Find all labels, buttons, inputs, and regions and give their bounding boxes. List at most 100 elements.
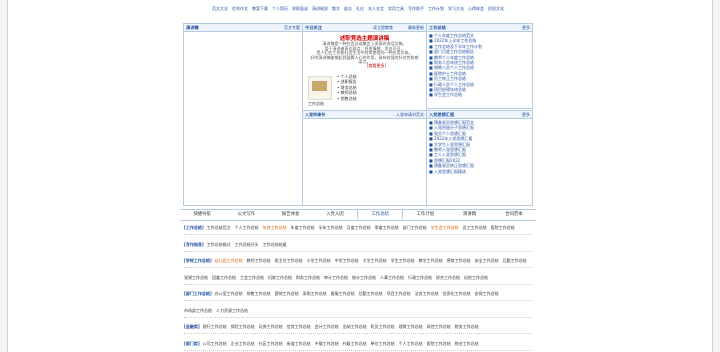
- tab-2[interactable]: 报告体会: [269, 210, 313, 220]
- top-nav-link[interactable]: 演讲致辞: [312, 6, 328, 11]
- category-link[interactable]: 信贷工作总结: [287, 324, 311, 329]
- work-summary-link[interactable]: ■ 学生会工作总结: [429, 92, 530, 97]
- top-nav-link[interactable]: 实用工具: [388, 6, 404, 11]
- category-link[interactable]: 员工工作总结: [463, 225, 487, 230]
- top-nav-link[interactable]: 心得体会: [468, 6, 484, 11]
- entry-section-more[interactable]: 入党申请书范文: [396, 112, 424, 118]
- thumbnail-caption[interactable]: 工作总结: [308, 101, 324, 107]
- top-nav-link[interactable]: 学习方法: [448, 6, 464, 11]
- category-link[interactable]: 个人工作总结: [399, 341, 423, 346]
- category-link[interactable]: 工作总结开头: [235, 242, 259, 247]
- category-link[interactable]: 半年工作总结: [319, 225, 343, 230]
- category-link[interactable]: 法务工作总结: [415, 291, 439, 296]
- category-link[interactable]: 中学工作总结: [335, 258, 359, 263]
- top-nav-link[interactable]: 名人名言: [368, 6, 384, 11]
- speech-box-more-link[interactable]: 范文专题: [284, 25, 300, 31]
- category-link[interactable]: 理财工作总结: [399, 324, 423, 329]
- category-link[interactable]: 营销工作总结: [275, 291, 299, 296]
- category-link[interactable]: 公司工作总结: [203, 341, 227, 346]
- top-nav-link[interactable]: 求职面谈: [292, 6, 308, 11]
- view-more-link[interactable]: [查看更多]: [367, 63, 386, 69]
- category-link[interactable]: 妇联工作总结: [268, 275, 292, 280]
- right-scrollbar[interactable]: [712, 0, 720, 352]
- category-link[interactable]: 市场部工作总结: [184, 308, 212, 313]
- category-link[interactable]: 采购工作总结: [303, 291, 327, 296]
- category-link[interactable]: 税务工作总结: [455, 324, 479, 329]
- category-link[interactable]: 风控工作总结: [427, 324, 451, 329]
- thought-report-more[interactable]: 更多: [522, 112, 530, 118]
- category-link[interactable]: 企业工作总结: [231, 341, 255, 346]
- category-link[interactable]: 党建工作总结: [184, 275, 208, 280]
- top-nav-link[interactable]: 教案下载: [252, 6, 268, 11]
- category-link[interactable]: 年终工作总结: [263, 225, 287, 230]
- top-nav-link[interactable]: 励志: [344, 6, 352, 11]
- category-label[interactable]: [金融类]: [184, 324, 200, 329]
- top-nav-link[interactable]: 工作计划: [428, 6, 444, 11]
- center-link[interactable]: • 销售总结: [337, 96, 424, 101]
- category-link[interactable]: 银行工作总结: [203, 324, 227, 329]
- category-link[interactable]: 后勤工作总结: [503, 258, 527, 263]
- category-link[interactable]: 后勤工作总结: [359, 291, 383, 296]
- category-link[interactable]: 社区工作总结: [259, 341, 283, 346]
- category-link[interactable]: 办公室工作总结: [215, 291, 243, 296]
- category-link[interactable]: 销售工作总结: [247, 291, 271, 296]
- category-link[interactable]: 团委工作总结: [212, 275, 236, 280]
- tab-today-focus[interactable]: 今日关注: [305, 25, 322, 31]
- category-link[interactable]: 审计工作总结: [324, 275, 348, 280]
- category-link[interactable]: 月度工作总结: [347, 225, 371, 230]
- category-link[interactable]: 财务工作总结: [296, 275, 320, 280]
- category-link[interactable]: 柜员工作总结: [371, 324, 395, 329]
- tab-7[interactable]: 合同范本: [492, 210, 536, 220]
- work-summary-more[interactable]: 更多: [522, 25, 530, 31]
- category-link[interactable]: 小学工作总结: [307, 258, 331, 263]
- thought-report-link[interactable]: ■ 入党思想汇报精选: [429, 169, 530, 174]
- category-link[interactable]: 人力资源工作总结: [216, 308, 248, 313]
- category-link[interactable]: 信息化工作总结: [443, 291, 471, 296]
- category-label[interactable]: [工作总结]: [184, 225, 204, 230]
- category-link[interactable]: 街道工作总结: [287, 341, 311, 346]
- summary-thumbnail-image[interactable]: [308, 76, 332, 100]
- category-label[interactable]: [写作指导]: [184, 242, 204, 247]
- top-nav-link[interactable]: 民俗文化: [488, 6, 504, 11]
- top-nav-link[interactable]: 散文: [332, 6, 340, 11]
- category-link[interactable]: 工作总结结尾: [263, 242, 287, 247]
- top-nav-link[interactable]: 优秀作文: [232, 6, 248, 11]
- tab-6[interactable]: 演讲稿: [448, 210, 492, 220]
- category-link[interactable]: 证券工作总结: [259, 324, 283, 329]
- category-link[interactable]: 综合工作总结: [436, 275, 460, 280]
- category-link[interactable]: 个人工作总结: [235, 225, 259, 230]
- category-link[interactable]: 客服工作总结: [331, 291, 355, 296]
- category-label[interactable]: [部门工作总结]: [184, 291, 212, 296]
- category-link[interactable]: 工作总结范文: [207, 225, 231, 230]
- category-link[interactable]: 会计工作总结: [315, 324, 339, 329]
- category-link[interactable]: 医院工作总结: [427, 341, 451, 346]
- top-nav-link[interactable]: 个人简历: [272, 6, 288, 11]
- top-nav-link[interactable]: 写作助手: [408, 6, 424, 11]
- category-link[interactable]: 物业工作总结: [455, 341, 479, 346]
- category-link[interactable]: 单位工作总结: [371, 341, 395, 346]
- category-link[interactable]: 工作总结格式: [207, 242, 231, 247]
- category-link[interactable]: 部门工作总结: [403, 225, 427, 230]
- category-link[interactable]: 德育工作总结: [447, 258, 471, 263]
- category-link[interactable]: 幼儿园工作总结: [215, 258, 243, 263]
- tab-0[interactable]: 快捷导航: [180, 210, 224, 220]
- tab-3[interactable]: 入党入团: [313, 210, 357, 220]
- category-link[interactable]: 学生工作总结: [391, 258, 415, 263]
- tab-education[interactable]: 读立提教育: [373, 25, 393, 31]
- top-nav-link[interactable]: 礼仪: [356, 6, 364, 11]
- category-link[interactable]: 统计工作总结: [352, 275, 376, 280]
- category-link[interactable]: 学生会工作总结: [431, 225, 459, 230]
- category-link[interactable]: 大学工作总结: [363, 258, 387, 263]
- category-link[interactable]: 乡镇工作总结: [315, 341, 339, 346]
- category-link[interactable]: 班主任工作总结: [275, 258, 303, 263]
- category-link[interactable]: 人事工作总结: [380, 275, 404, 280]
- category-link[interactable]: 安保工作总结: [475, 291, 499, 296]
- category-label[interactable]: [学校工作总结]: [184, 258, 212, 263]
- top-nav-link[interactable]: 范文大全: [212, 6, 228, 11]
- category-link[interactable]: 医院工作总结: [491, 225, 515, 230]
- tab-4[interactable]: 工作总结: [357, 210, 404, 220]
- category-link[interactable]: 纪检工作总结: [464, 275, 488, 280]
- category-link[interactable]: 教师工作总结: [247, 258, 271, 263]
- category-link[interactable]: 季度工作总结: [375, 225, 399, 230]
- category-label[interactable]: [部门类]: [184, 341, 200, 346]
